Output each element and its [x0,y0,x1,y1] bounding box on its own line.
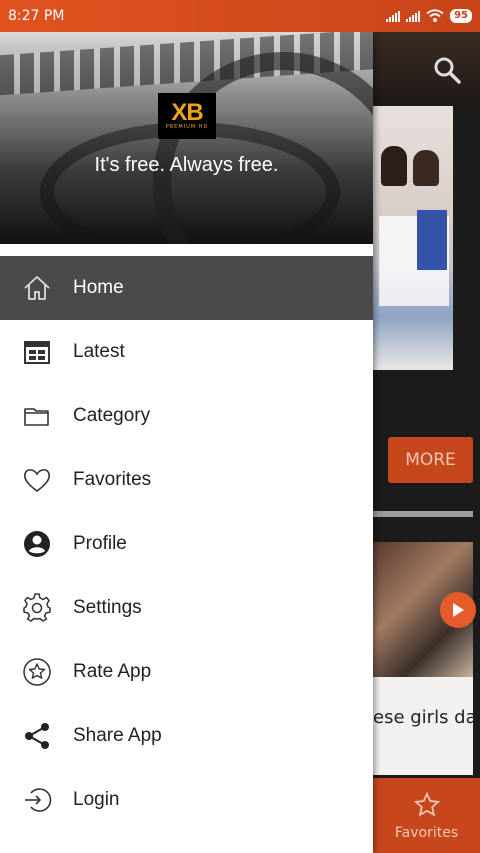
menu-item-label: Home [73,277,124,298]
menu-item-latest[interactable]: Latest [0,320,373,384]
status-bar: 8:27 PM 95 [0,0,480,32]
menu-item-label: Favorites [73,469,152,490]
menu-item-settings[interactable]: Settings [0,576,373,640]
wifi-icon [426,9,444,22]
more-button[interactable]: MORE [388,437,473,483]
app-logo: XB PREMIUM HD [158,93,216,139]
signal-icon [386,10,401,22]
gear-icon [22,593,52,623]
menu-item-label: Login [73,789,120,810]
folder-icon [22,401,52,431]
home-icon [22,273,52,303]
menu-item-share-app[interactable]: Share App [0,704,373,768]
share-icon [22,721,52,751]
navigation-drawer: XB PREMIUM HD It's free. Always free. Ho… [0,32,373,853]
status-icons: 95 [386,9,472,23]
menu-item-profile[interactable]: Profile [0,512,373,576]
menu-item-label: Category [73,405,151,426]
menu-item-label: Settings [73,597,142,618]
logo-subtext: PREMIUM HD [165,124,209,130]
star-circle-icon [22,657,52,687]
app-screen: 8:27 PM 95 MORE ese girls da Favorites X… [0,0,480,853]
calendar-icon [22,337,52,367]
menu-item-rate-app[interactable]: Rate App [0,640,373,704]
menu-item-label: Latest [73,341,125,362]
menu-item-favorites[interactable]: Favorites [0,448,373,512]
bottom-nav-favorites[interactable]: Favorites [373,778,480,853]
login-icon [22,785,52,815]
menu-item-login[interactable]: Login [0,768,373,832]
drawer-menu: Home Latest Category Favorites Profile S… [0,256,373,832]
menu-item-label: Rate App [73,661,152,682]
star-outline-icon [413,791,440,817]
video-thumbnail[interactable] [373,106,453,370]
battery-icon: 95 [450,9,472,23]
account-icon [22,529,52,559]
play-icon[interactable] [440,592,476,628]
drawer-header: XB PREMIUM HD It's free. Always free. [0,32,373,244]
video-caption: ese girls da [373,677,473,775]
status-time: 8:27 PM [8,8,65,24]
tagline: It's free. Always free. [94,154,279,176]
menu-item-label: Profile [73,533,127,554]
bottom-nav-label: Favorites [394,824,459,841]
menu-item-label: Share App [73,725,162,746]
heart-icon [22,465,52,495]
signal-2-icon [406,10,421,22]
menu-item-category[interactable]: Category [0,384,373,448]
menu-item-home[interactable]: Home [0,256,373,320]
search-icon[interactable] [433,56,461,84]
logo-mark: XB [171,99,203,126]
divider [373,511,473,517]
